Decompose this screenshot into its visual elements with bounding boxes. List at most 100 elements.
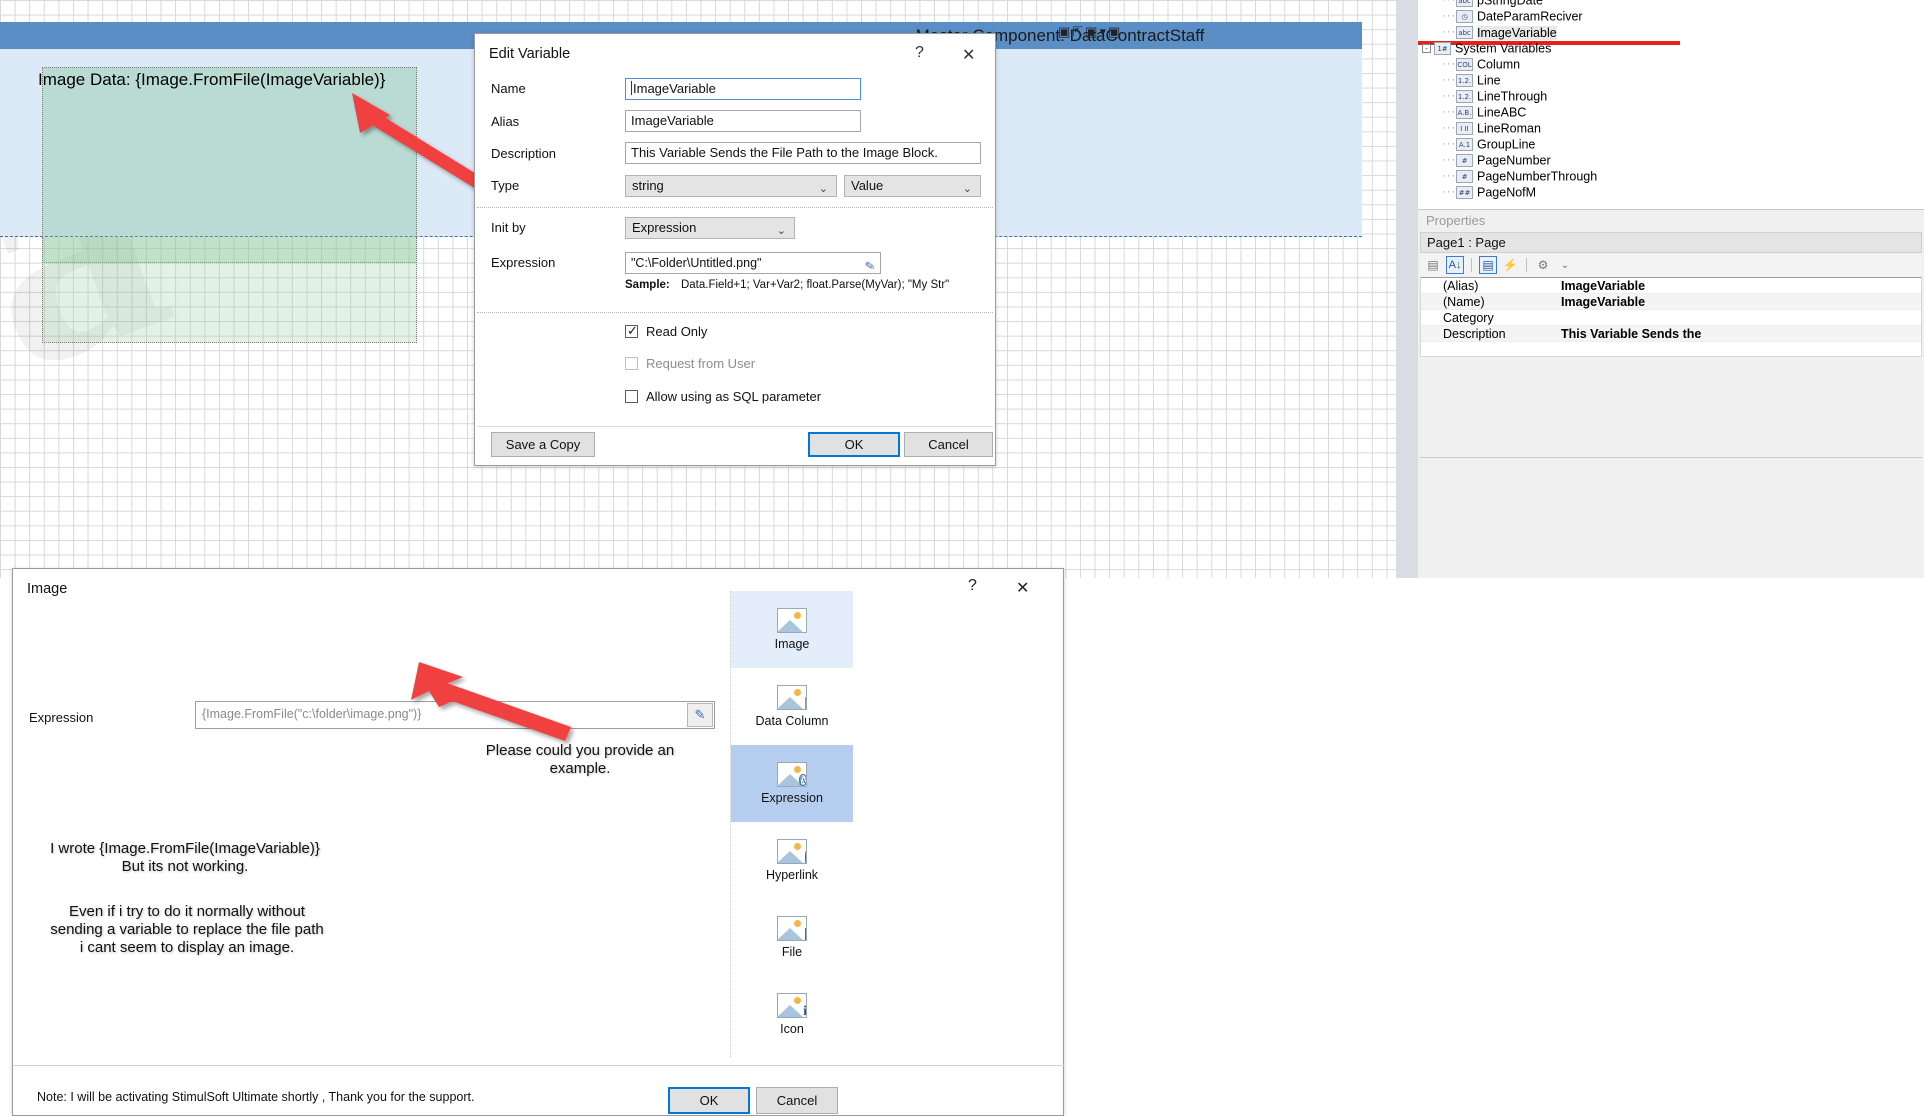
pencil-icon[interactable]: ✎	[863, 255, 876, 276]
type-label: Type	[491, 178, 520, 193]
checkbox-box-read-only	[625, 323, 638, 339]
dock-scrollbar[interactable]	[1396, 0, 1418, 578]
close-icon[interactable]: ✕	[1016, 578, 1029, 598]
property-value[interactable]: ImageVariable	[1561, 294, 1921, 309]
tree-item-label: pStringDate	[1477, 0, 1544, 8]
properties-bottom-divider	[1420, 457, 1922, 458]
tree-item-imagevariable[interactable]: ··· abc ImageVariable	[1418, 24, 1924, 40]
tree-connector: ···	[1442, 122, 1456, 134]
alias-label: Alias	[491, 114, 520, 129]
tree-item-label: GroupLine	[1477, 137, 1536, 152]
source-type-image[interactable]: Image	[731, 591, 853, 668]
expression-edit-button[interactable]: ✎	[687, 703, 713, 727]
tree-item-dateparamreciver[interactable]: ··· ◷ DateParamReciver	[1418, 8, 1924, 24]
source-type-data-column[interactable]: Data Column	[731, 668, 853, 745]
source-type-expression[interactable]: fx Expression	[731, 745, 853, 822]
clock-icon: ◷	[1456, 10, 1473, 24]
number-icon: 1.2.	[1456, 90, 1473, 104]
dictionary-tree[interactable]: ··· abc pStringDate ··· ◷ DateParamReciver ···…	[1418, 0, 1924, 209]
tree-connector: ···	[1442, 106, 1456, 118]
tree-item-pagenofm[interactable]: ··· ## PageNofM	[1418, 184, 1924, 200]
read-only-label: Read Only	[646, 324, 708, 339]
source-type-icon[interactable]: i Icon	[731, 976, 853, 1053]
image-cancel-button[interactable]: Cancel	[756, 1087, 838, 1114]
image-dialog-title: Image	[27, 581, 68, 597]
edit-variable-titlebar[interactable]: Edit Variable ? ✕	[475, 34, 995, 74]
categorized-icon[interactable]: ▤	[1424, 256, 1442, 274]
allow-sql-parameter-label: Allow using as SQL parameter	[646, 389, 822, 404]
tree-item-pagenumber[interactable]: ··· # PageNumber	[1418, 152, 1924, 168]
help-icon[interactable]: ?	[968, 577, 977, 595]
cancel-button[interactable]: Cancel	[904, 432, 993, 457]
tree-item-pstringdate[interactable]: ··· abc pStringDate	[1418, 0, 1924, 8]
property-row[interactable]: Description This Variable Sends the	[1421, 326, 1921, 342]
properties-caption: Properties	[1418, 210, 1924, 232]
help-icon[interactable]: ?	[915, 44, 924, 62]
tree-item-lineabc[interactable]: ··· A.B. LineABC	[1418, 104, 1924, 120]
type-select[interactable]: string ⌄	[625, 175, 837, 197]
close-icon[interactable]: ✕	[962, 45, 975, 65]
image-icon	[777, 608, 807, 633]
tree-item-line[interactable]: ··· 1.2. Line	[1418, 72, 1924, 88]
image-block-top[interactable]	[42, 67, 417, 263]
tree-connector: ···	[1442, 186, 1456, 198]
alias-input[interactable]: ImageVariable	[625, 110, 861, 132]
tree-item-lineroman[interactable]: ··· I II LineRoman	[1418, 120, 1924, 136]
edit-variable-dialog[interactable]: Edit Variable ? ✕ Name ImageVariable Ali…	[474, 33, 996, 466]
properties-view-icon[interactable]: ▤	[1479, 256, 1497, 274]
alphabetical-sort-icon[interactable]: A↓	[1446, 256, 1464, 274]
tree-item-groupline[interactable]: ··· A.1 GroupLine	[1418, 136, 1924, 152]
property-row[interactable]: (Alias) ImageVariable	[1421, 278, 1921, 294]
tree-connector: ···	[1442, 90, 1456, 102]
save-a-copy-button[interactable]: Save a Copy	[491, 432, 595, 457]
property-key: (Alias)	[1443, 279, 1479, 293]
chevron-down-icon[interactable]: ⌄	[1556, 256, 1574, 274]
read-only-checkbox[interactable]: Read Only	[625, 323, 708, 339]
roman-icon: I II	[1456, 122, 1473, 136]
image-source-type-list[interactable]: Image Data Column fx Expression Hyperlin…	[730, 591, 853, 1057]
sample-value: Data.Field+1; Var+Var2; float.Parse(MyVa…	[680, 279, 950, 291]
tree-item-linethrough[interactable]: ··· 1.2. LineThrough	[1418, 88, 1924, 104]
request-from-user-label: Request from User	[646, 356, 756, 371]
hash-icon: #	[1456, 170, 1473, 184]
description-input[interactable]: This Variable Sends the File Path to the…	[625, 142, 981, 164]
abc-icon: abc	[1456, 0, 1473, 8]
property-row[interactable]: Category	[1421, 310, 1921, 326]
tree-connector: ···	[1442, 74, 1456, 86]
annotation-please-example: Please could you provide an example.	[485, 742, 675, 777]
name-input[interactable]: ImageVariable	[625, 78, 861, 100]
tree-item-pagenumberthrough[interactable]: ··· # PageNumberThrough	[1418, 168, 1924, 184]
image-expression-label: Expression	[29, 710, 94, 725]
property-value[interactable]	[1561, 310, 1921, 325]
tree-item-column[interactable]: ···COL Column	[1418, 56, 1924, 72]
events-icon[interactable]: ⚡	[1501, 256, 1519, 274]
image-expression-input[interactable]: {Image.FromFile("c:\folder\image.png")} …	[195, 701, 715, 729]
image-block-bottom[interactable]	[42, 237, 417, 343]
property-value[interactable]: This Variable Sends the	[1561, 326, 1921, 341]
property-row[interactable]: (Name) ImageVariable	[1421, 294, 1921, 310]
properties-toolbar[interactable]: ▤ A↓ ▤ ⚡ ⚙ ⌄	[1420, 254, 1922, 276]
properties-grid[interactable]: (Alias) ImageVariable (Name) ImageVariable C…	[1420, 277, 1922, 357]
expression-input[interactable]: "C:\Folder\Untitled.png" ✎	[625, 252, 881, 274]
properties-object-selector[interactable]: Page1 : Page	[1420, 232, 1922, 253]
double-hash-icon: ##	[1456, 186, 1473, 200]
init-by-select[interactable]: Expression ⌄	[625, 217, 795, 239]
init-by-label: Init by	[491, 220, 526, 235]
property-key: Description	[1443, 327, 1506, 341]
settings-gear-icon[interactable]: ⚙	[1534, 256, 1552, 274]
dialog-section-divider-2	[477, 312, 993, 313]
band-control-glyphs: ▣⇱▣▾▣	[1058, 24, 1123, 39]
allow-sql-parameter-checkbox[interactable]: Allow using as SQL parameter	[625, 389, 821, 404]
source-type-hyperlink[interactable]: Hyperlink	[731, 822, 853, 899]
hash-icon: #	[1456, 154, 1473, 168]
image-ok-button[interactable]: OK	[668, 1087, 750, 1114]
type-kind-select[interactable]: Value ⌄	[844, 175, 981, 197]
ok-button[interactable]: OK	[808, 432, 900, 457]
tree-item-label: LineRoman	[1477, 121, 1541, 136]
annotation-i-wrote: I wrote {Image.FromFile(ImageVariable)} …	[50, 840, 320, 875]
source-type-file[interactable]: File	[731, 899, 853, 976]
tree-item-system-variables[interactable]: -1# System Variables	[1418, 40, 1924, 56]
tree-expander[interactable]: -	[1422, 44, 1431, 54]
property-value[interactable]: ImageVariable	[1561, 278, 1921, 293]
tree-item-label: LineABC	[1477, 105, 1527, 120]
